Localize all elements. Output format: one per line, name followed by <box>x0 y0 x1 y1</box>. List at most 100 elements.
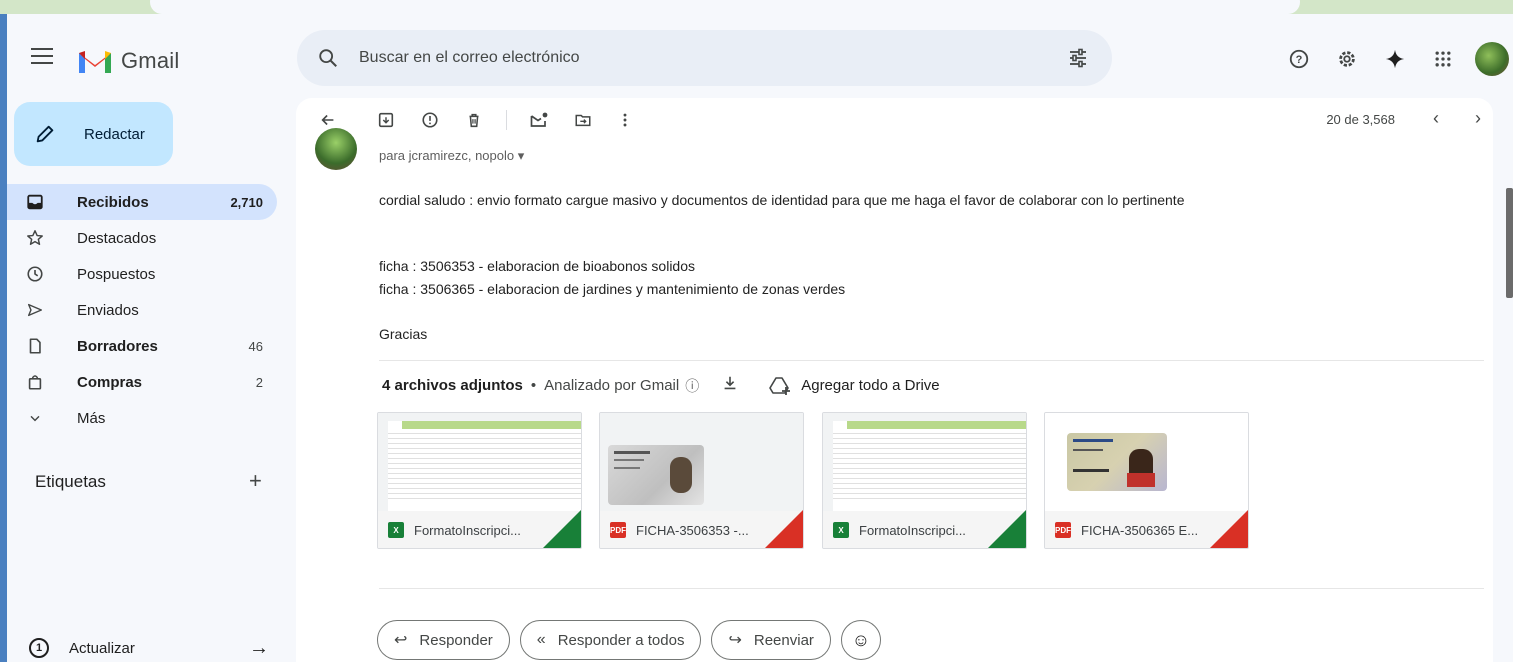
apps-icon[interactable] <box>1431 47 1455 71</box>
update-bar[interactable]: 1 Actualizar → <box>29 634 269 662</box>
main-menu-icon[interactable] <box>31 48 53 64</box>
sidebar-item-starred[interactable]: Destacados <box>7 220 277 256</box>
search-icon[interactable] <box>317 47 339 69</box>
reply-all-label: Responder a todos <box>557 631 685 649</box>
attachments-count: 4 archivos adjuntos <box>382 377 523 394</box>
reply-label: Responder <box>419 631 493 649</box>
attachment-card[interactable]: PDF FICHA-3506353 -... <box>599 412 804 549</box>
spreadsheet-thumbnail <box>378 413 581 511</box>
pencil-icon <box>36 125 54 143</box>
message-body-line: Gracias <box>379 326 428 342</box>
reply-all-button[interactable]: « Responder a todos <box>519 620 702 660</box>
sidebar-item-label: Enviados <box>77 301 139 319</box>
attachment-filename: FICHA-3506365 E... <box>1081 522 1199 538</box>
gmail-logo[interactable]: Gmail <box>77 47 179 75</box>
file-type-corner <box>543 510 581 548</box>
drive-add-icon <box>769 376 791 395</box>
trash-icon[interactable] <box>464 110 484 130</box>
header-actions: ? <box>1263 42 1513 76</box>
xlsx-file-icon: X <box>388 522 404 538</box>
separator-dot: • <box>530 377 537 394</box>
sender-avatar[interactable] <box>315 128 357 170</box>
id-document-thumbnail <box>1045 413 1248 511</box>
clock-icon <box>25 264 45 284</box>
item-count: 2 <box>255 374 263 390</box>
sidebar-item-label: Más <box>77 409 106 427</box>
chevron-left-icon[interactable]: ‹ <box>1433 108 1439 129</box>
labels-heading: Etiquetas <box>35 472 106 491</box>
xlsx-file-icon: X <box>833 522 849 538</box>
forward-button[interactable]: ↪ Reenviar <box>711 620 831 660</box>
report-spam-icon[interactable] <box>420 110 440 130</box>
address-bar[interactable] <box>150 0 1300 14</box>
add-all-to-drive-button[interactable]: Agregar todo a Drive <box>769 376 940 396</box>
attachment-filename: FormatoInscripci... <box>414 522 521 538</box>
file-type-corner <box>1210 510 1248 548</box>
pdf-file-icon: PDF <box>1055 522 1071 538</box>
id-card-image <box>1067 433 1167 491</box>
attachment-card[interactable]: PDF FICHA-3506365 E... <box>1044 412 1249 549</box>
add-label-icon[interactable]: + <box>249 468 262 494</box>
chevron-right-icon[interactable]: › <box>1475 108 1481 129</box>
sidebar-item-sent[interactable]: Enviados <box>7 292 277 328</box>
attachment-filename: FormatoInscripci... <box>859 522 966 538</box>
sidebar-nav: Recibidos 2,710 Destacados Pospuestos En… <box>7 184 277 436</box>
back-icon[interactable] <box>318 110 338 130</box>
search-input[interactable]: Buscar en el correo electrónico <box>359 49 1066 67</box>
archive-icon[interactable] <box>376 110 396 130</box>
update-badge: 1 <box>29 638 49 658</box>
reply-all-icon: « <box>536 631 546 648</box>
reply-button[interactable]: ↩ Responder <box>377 620 510 660</box>
message-body-line: ficha : 3506353 - elaboracion de bioabon… <box>379 258 696 274</box>
gemini-icon[interactable] <box>1383 47 1407 71</box>
message-toolbar <box>296 98 1493 142</box>
browser-tabstrip <box>0 0 1513 14</box>
svg-text:?: ? <box>1296 54 1303 66</box>
id-document-thumbnail <box>600 413 803 511</box>
draft-icon <box>25 336 45 356</box>
file-type-corner <box>765 510 803 548</box>
shopping-bag-icon <box>25 372 45 392</box>
account-avatar[interactable] <box>1475 42 1509 76</box>
settings-icon[interactable] <box>1335 47 1359 71</box>
sidebar-item-more[interactable]: Más <box>7 400 277 436</box>
sidebar-item-label: Pospuestos <box>77 265 156 283</box>
pdf-file-icon: PDF <box>610 522 626 538</box>
message-body-line: cordial saludo : envio formato cargue ma… <box>379 192 1185 208</box>
send-icon <box>25 300 45 320</box>
help-icon[interactable]: ? <box>1287 47 1311 71</box>
header: Gmail Buscar en el correo electrónico ? <box>7 14 1513 102</box>
emoji-reaction-icon[interactable]: ☺ <box>840 620 881 660</box>
id-card-image <box>608 445 704 505</box>
page-counter: 20 de 3,568 <box>1326 112 1395 127</box>
item-count: 46 <box>248 338 263 354</box>
sidebar-item-label: Compras <box>77 373 143 391</box>
arrow-right-icon[interactable]: → <box>249 637 269 660</box>
sidebar-item-label: Destacados <box>77 229 157 247</box>
reply-bar: ↩ Responder «Responder a todos ↪ Reenviar … <box>377 620 881 660</box>
forward-label: Reenviar <box>753 631 814 649</box>
scrollbar[interactable] <box>1506 98 1513 662</box>
recipients-line[interactable]: para jcramirezc, nopolo ▾ <box>379 148 524 164</box>
scrollbar-thumb[interactable] <box>1506 188 1513 298</box>
attachment-card[interactable]: X FormatoInscripci... <box>822 412 1027 549</box>
reply-icon: ↩ <box>394 632 408 649</box>
sidebar-item-drafts[interactable]: Borradores 46 <box>7 328 277 364</box>
search-bar[interactable]: Buscar en el correo electrónico <box>297 30 1112 86</box>
compose-button[interactable]: Redactar <box>14 102 173 166</box>
info-icon[interactable]: ⓘ <box>685 376 699 396</box>
mark-unread-icon[interactable] <box>529 110 549 130</box>
download-all-icon[interactable] <box>721 374 739 397</box>
spreadsheet-thumbnail <box>823 413 1026 511</box>
update-label: Actualizar <box>69 639 135 657</box>
gmail-m-icon <box>79 51 111 73</box>
chevron-down-icon <box>25 408 45 428</box>
more-options-icon[interactable] <box>615 110 635 130</box>
attachment-card[interactable]: X FormatoInscripci... <box>377 412 582 549</box>
search-options-icon[interactable] <box>1066 46 1090 70</box>
move-to-icon[interactable] <box>573 110 593 130</box>
sidebar-item-inbox[interactable]: Recibidos 2,710 <box>7 184 277 220</box>
attachments-divider <box>379 360 1484 361</box>
sidebar-item-snoozed[interactable]: Pospuestos <box>7 256 277 292</box>
sidebar-item-purchases[interactable]: Compras 2 <box>7 364 277 400</box>
